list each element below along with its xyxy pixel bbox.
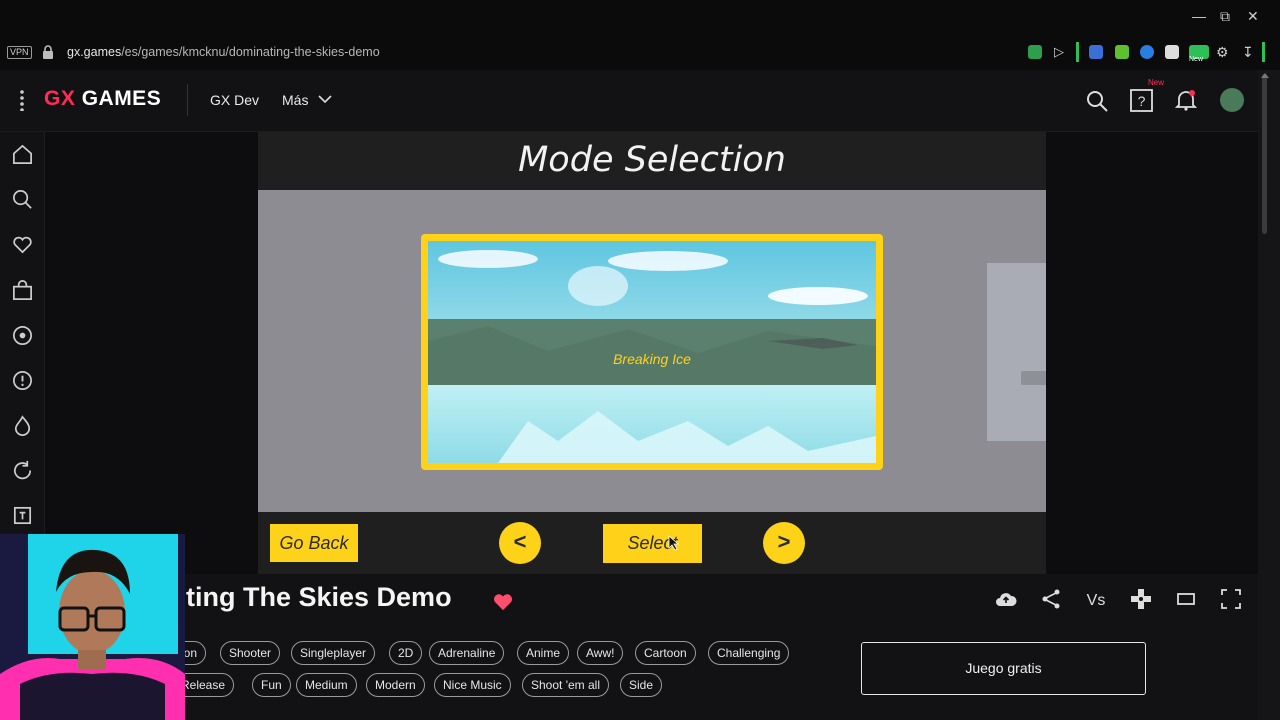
- puzzle-icon[interactable]: ⚙: [1216, 44, 1229, 61]
- mode-title: Mode Selection: [518, 140, 786, 180]
- next-mode-card-preview[interactable]: [987, 263, 1046, 441]
- user-avatar[interactable]: [1220, 88, 1244, 112]
- refresh-icon[interactable]: [11, 459, 34, 482]
- new-badge: New: [1148, 78, 1165, 87]
- free-game-button[interactable]: Juego gratis: [861, 642, 1146, 695]
- page-extension-icon[interactable]: [1165, 45, 1179, 59]
- tag-item[interactable]: Medium: [296, 673, 357, 697]
- bag-icon[interactable]: [11, 279, 34, 302]
- blue-extension-icon[interactable]: [1140, 45, 1154, 59]
- game-canvas[interactable]: Mode Selection Breaking Ice Go Back < Se…: [258, 132, 1046, 574]
- scroll-up-arrow-icon[interactable]: [1261, 72, 1269, 78]
- tag-item[interactable]: Challenging: [708, 641, 790, 665]
- mode-card[interactable]: Breaking Ice: [421, 234, 883, 470]
- share-icon[interactable]: [1039, 587, 1063, 611]
- gx-games-logo[interactable]: GX GAMES: [44, 87, 161, 111]
- fullscreen-icon[interactable]: [1219, 587, 1243, 611]
- game-title: ting The Skies Demo: [186, 582, 452, 612]
- tag-item[interactable]: Aww!: [577, 641, 624, 665]
- alert-icon[interactable]: [11, 369, 34, 392]
- tag-item[interactable]: Modern: [366, 673, 425, 697]
- nav-gx-dev[interactable]: GX Dev: [210, 92, 259, 108]
- tag-item[interactable]: Side: [620, 673, 663, 697]
- favorite-heart-icon[interactable]: [492, 591, 514, 611]
- webcam-overlay: [0, 534, 185, 720]
- game-left-margin: [45, 132, 258, 574]
- mode-card-image: Breaking Ice: [428, 241, 876, 463]
- tag-item[interactable]: Anime: [517, 641, 570, 665]
- theater-mode-icon[interactable]: [1174, 587, 1198, 611]
- download-icon[interactable]: ↧: [1242, 44, 1254, 61]
- url-text[interactable]: gx.games/es/games/kmcknu/dominating-the-…: [67, 45, 380, 59]
- tag-item[interactable]: Singleplayer: [291, 641, 376, 665]
- play-extension-icon[interactable]: ▷: [1054, 44, 1064, 60]
- gamepad-icon[interactable]: [1129, 587, 1153, 611]
- menu-dots-icon[interactable]: [19, 89, 25, 111]
- bell-icon[interactable]: [1175, 89, 1197, 111]
- sidebar-search-icon[interactable]: [11, 188, 34, 211]
- select-button[interactable]: Select: [603, 524, 702, 563]
- mouse-cursor-icon: [668, 535, 680, 551]
- tag-item[interactable]: Adrenaline: [429, 641, 505, 665]
- versus-icon[interactable]: Vs: [1084, 587, 1108, 611]
- shield-extension-icon[interactable]: [1028, 45, 1042, 59]
- sidebar-divider: [1262, 42, 1265, 62]
- tag-item[interactable]: Shooter: [220, 641, 281, 665]
- svg-text:Vs: Vs: [1087, 592, 1106, 609]
- download-extension-icon[interactable]: [1115, 45, 1129, 59]
- site-header: [0, 70, 1258, 132]
- header-divider: [187, 84, 188, 116]
- tag-item[interactable]: Shoot 'em all: [522, 673, 609, 697]
- cloud-save-icon[interactable]: [994, 587, 1018, 611]
- close-icon[interactable]: ✕: [1247, 8, 1259, 25]
- mods-icon[interactable]: [11, 504, 34, 527]
- scrollbar-thumb[interactable]: [1262, 74, 1267, 234]
- lock-icon: [43, 45, 53, 59]
- tag-item[interactable]: Nice Music: [434, 673, 511, 697]
- extension-new-badge: New: [1189, 56, 1204, 63]
- prev-mode-button[interactable]: <: [499, 522, 541, 564]
- extension-divider: [1076, 42, 1079, 62]
- explore-icon[interactable]: [11, 324, 34, 347]
- tag-item[interactable]: Fun: [252, 673, 291, 697]
- mode-card-label: Breaking Ice: [613, 351, 691, 367]
- minimize-icon[interactable]: —: [1192, 8, 1206, 24]
- next-mode-button[interactable]: >: [763, 522, 805, 564]
- mode-title-bar: Mode Selection: [258, 132, 1046, 190]
- tag-item[interactable]: Cartoon: [635, 641, 696, 665]
- home-icon[interactable]: [11, 143, 34, 166]
- translate-extension-icon[interactable]: [1089, 45, 1103, 59]
- svg-text:?: ?: [1138, 93, 1146, 109]
- vpn-badge[interactable]: VPN: [7, 46, 32, 59]
- heart-icon[interactable]: [11, 233, 34, 256]
- go-back-button[interactable]: Go Back: [270, 524, 358, 562]
- help-icon[interactable]: ?: [1130, 89, 1153, 112]
- nav-more[interactable]: Más: [282, 92, 308, 108]
- chevron-down-icon: [318, 95, 332, 104]
- flame-icon[interactable]: [11, 414, 34, 437]
- search-icon[interactable]: [1086, 90, 1108, 112]
- restore-icon[interactable]: ⧉: [1220, 8, 1230, 25]
- game-right-margin: [1046, 132, 1258, 574]
- tag-item[interactable]: 2D: [389, 641, 423, 665]
